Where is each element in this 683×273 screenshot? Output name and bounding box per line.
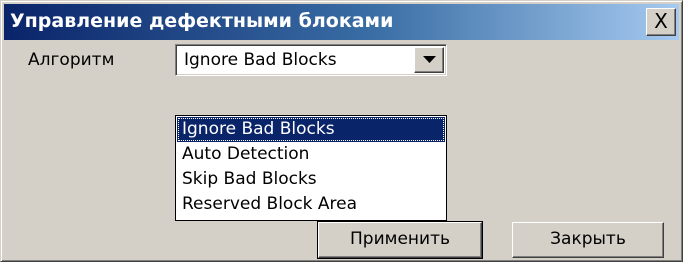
title-bar[interactable]: Управление дефектными блоками X (4, 4, 679, 40)
close-icon[interactable]: X (646, 8, 676, 36)
dropdown-arrow-button[interactable] (414, 47, 444, 73)
algorithm-select-value: Ignore Bad Blocks (184, 50, 337, 70)
dropdown-option-auto-detection[interactable]: Auto Detection (177, 142, 445, 167)
triangle-down-icon (423, 56, 436, 63)
apply-button[interactable]: Применить (317, 221, 483, 259)
algorithm-select[interactable]: Ignore Bad Blocks (175, 44, 447, 76)
dropdown-option-skip-bad-blocks[interactable]: Skip Bad Blocks (177, 167, 445, 192)
algorithm-dropdown-list: Ignore Bad Blocks Auto Detection Skip Ba… (175, 115, 447, 221)
dropdown-option-ignore-bad-blocks[interactable]: Ignore Bad Blocks (177, 117, 445, 142)
dropdown-option-reserved-block-area[interactable]: Reserved Block Area (177, 192, 445, 217)
close-button[interactable]: Закрыть (512, 222, 664, 258)
window-title: Управление дефектными блоками (10, 10, 394, 32)
algorithm-label: Алгоритм (28, 50, 115, 70)
